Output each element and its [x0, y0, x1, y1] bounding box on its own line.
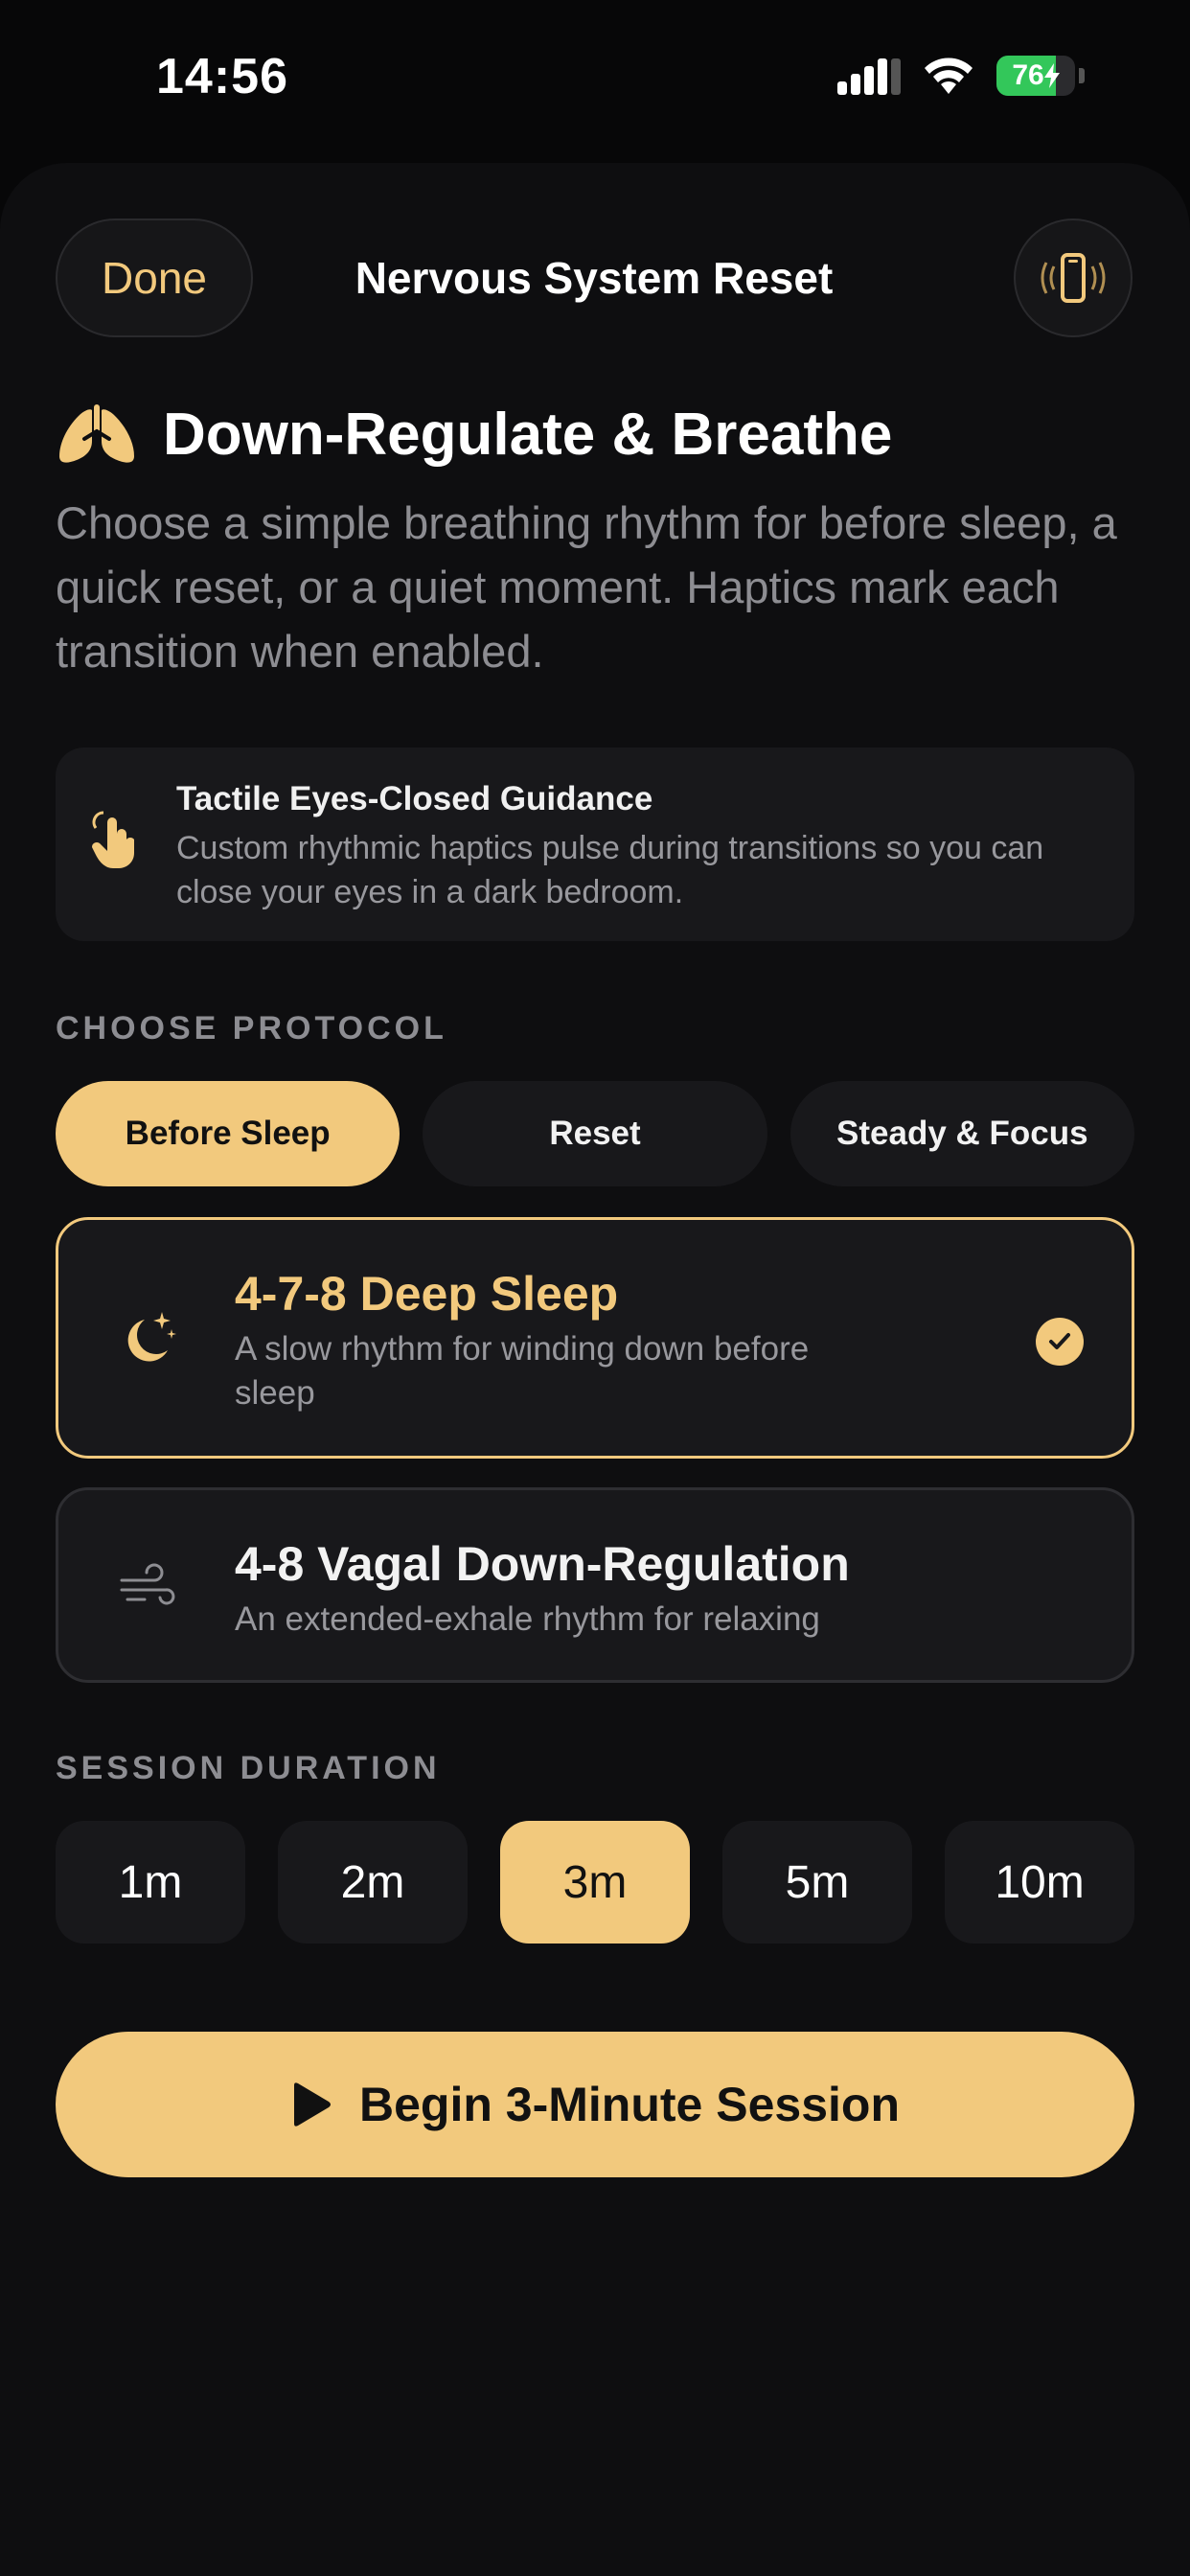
- wifi-icon: [925, 58, 973, 94]
- begin-session-button[interactable]: Begin 3-Minute Session: [56, 2032, 1134, 2177]
- cellular-signal-icon: [837, 58, 901, 95]
- protocol-description: An extended-exhale rhythm for relaxing: [235, 1600, 820, 1638]
- tab-steady-focus[interactable]: Steady & Focus: [790, 1081, 1134, 1186]
- done-button[interactable]: Done: [56, 218, 253, 337]
- protocol-title: 4-7-8 Deep Sleep: [235, 1267, 619, 1321]
- battery-tip: [1079, 68, 1085, 83]
- heading-row: Down-Regulate & Breathe: [56, 401, 892, 469]
- duration-10m[interactable]: 10m: [945, 1821, 1134, 1944]
- wind-icon: [120, 1563, 175, 1605]
- haptics-toggle-button[interactable]: [1014, 218, 1133, 337]
- battery-icon: 76: [996, 56, 1075, 96]
- status-icons: 76: [837, 56, 1085, 96]
- guidance-description: Custom rhythmic haptics pulse during tra…: [176, 830, 1044, 910]
- protocol-tabs: Before Sleep Reset Steady & Focus: [56, 1081, 1134, 1186]
- checkmark-icon: [1036, 1318, 1084, 1366]
- charging-bolt-icon: [1043, 63, 1060, 88]
- page-subtitle: Choose a simple breathing rhythm for bef…: [56, 497, 1117, 677]
- status-bar: 14:56 76: [0, 0, 1190, 163]
- tab-reset[interactable]: Reset: [423, 1081, 767, 1186]
- duration-3m[interactable]: 3m: [500, 1821, 690, 1944]
- hand-tap-icon: [92, 811, 134, 868]
- guidance-title: Tactile Eyes-Closed Guidance: [176, 780, 653, 817]
- moon-stars-icon: [127, 1312, 176, 1362]
- battery-level: 76: [996, 56, 1075, 96]
- duration-section-label: SESSION DURATION: [56, 1750, 441, 1786]
- protocol-section-label: CHOOSE PROTOCOL: [56, 1010, 447, 1046]
- protocol-title: 4-8 Vagal Down-Regulation: [235, 1537, 850, 1591]
- lungs-icon: [59, 403, 134, 463]
- phone-vibrate-icon: [1041, 253, 1106, 303]
- protocol-description: A slow rhythm for winding down before sl…: [235, 1330, 810, 1412]
- guidance-card: Tactile Eyes-Closed Guidance Custom rhyt…: [56, 748, 1134, 941]
- begin-session-label: Begin 3-Minute Session: [359, 2078, 900, 2131]
- duration-1m[interactable]: 1m: [56, 1821, 245, 1944]
- protocol-card-478[interactable]: 4-7-8 Deep Sleep A slow rhythm for windi…: [56, 1217, 1134, 1459]
- duration-5m[interactable]: 5m: [722, 1821, 912, 1944]
- duration-options: 1m 2m 3m 5m 10m: [56, 1821, 1134, 1944]
- nav-title: Nervous System Reset: [355, 253, 834, 303]
- play-icon: [294, 2082, 332, 2127]
- page-title: Down-Regulate & Breathe: [163, 402, 893, 468]
- protocol-card-48[interactable]: 4-8 Vagal Down-Regulation An extended-ex…: [56, 1487, 1134, 1683]
- status-time: 14:56: [156, 49, 288, 104]
- tab-before-sleep[interactable]: Before Sleep: [56, 1081, 400, 1186]
- duration-2m[interactable]: 2m: [278, 1821, 468, 1944]
